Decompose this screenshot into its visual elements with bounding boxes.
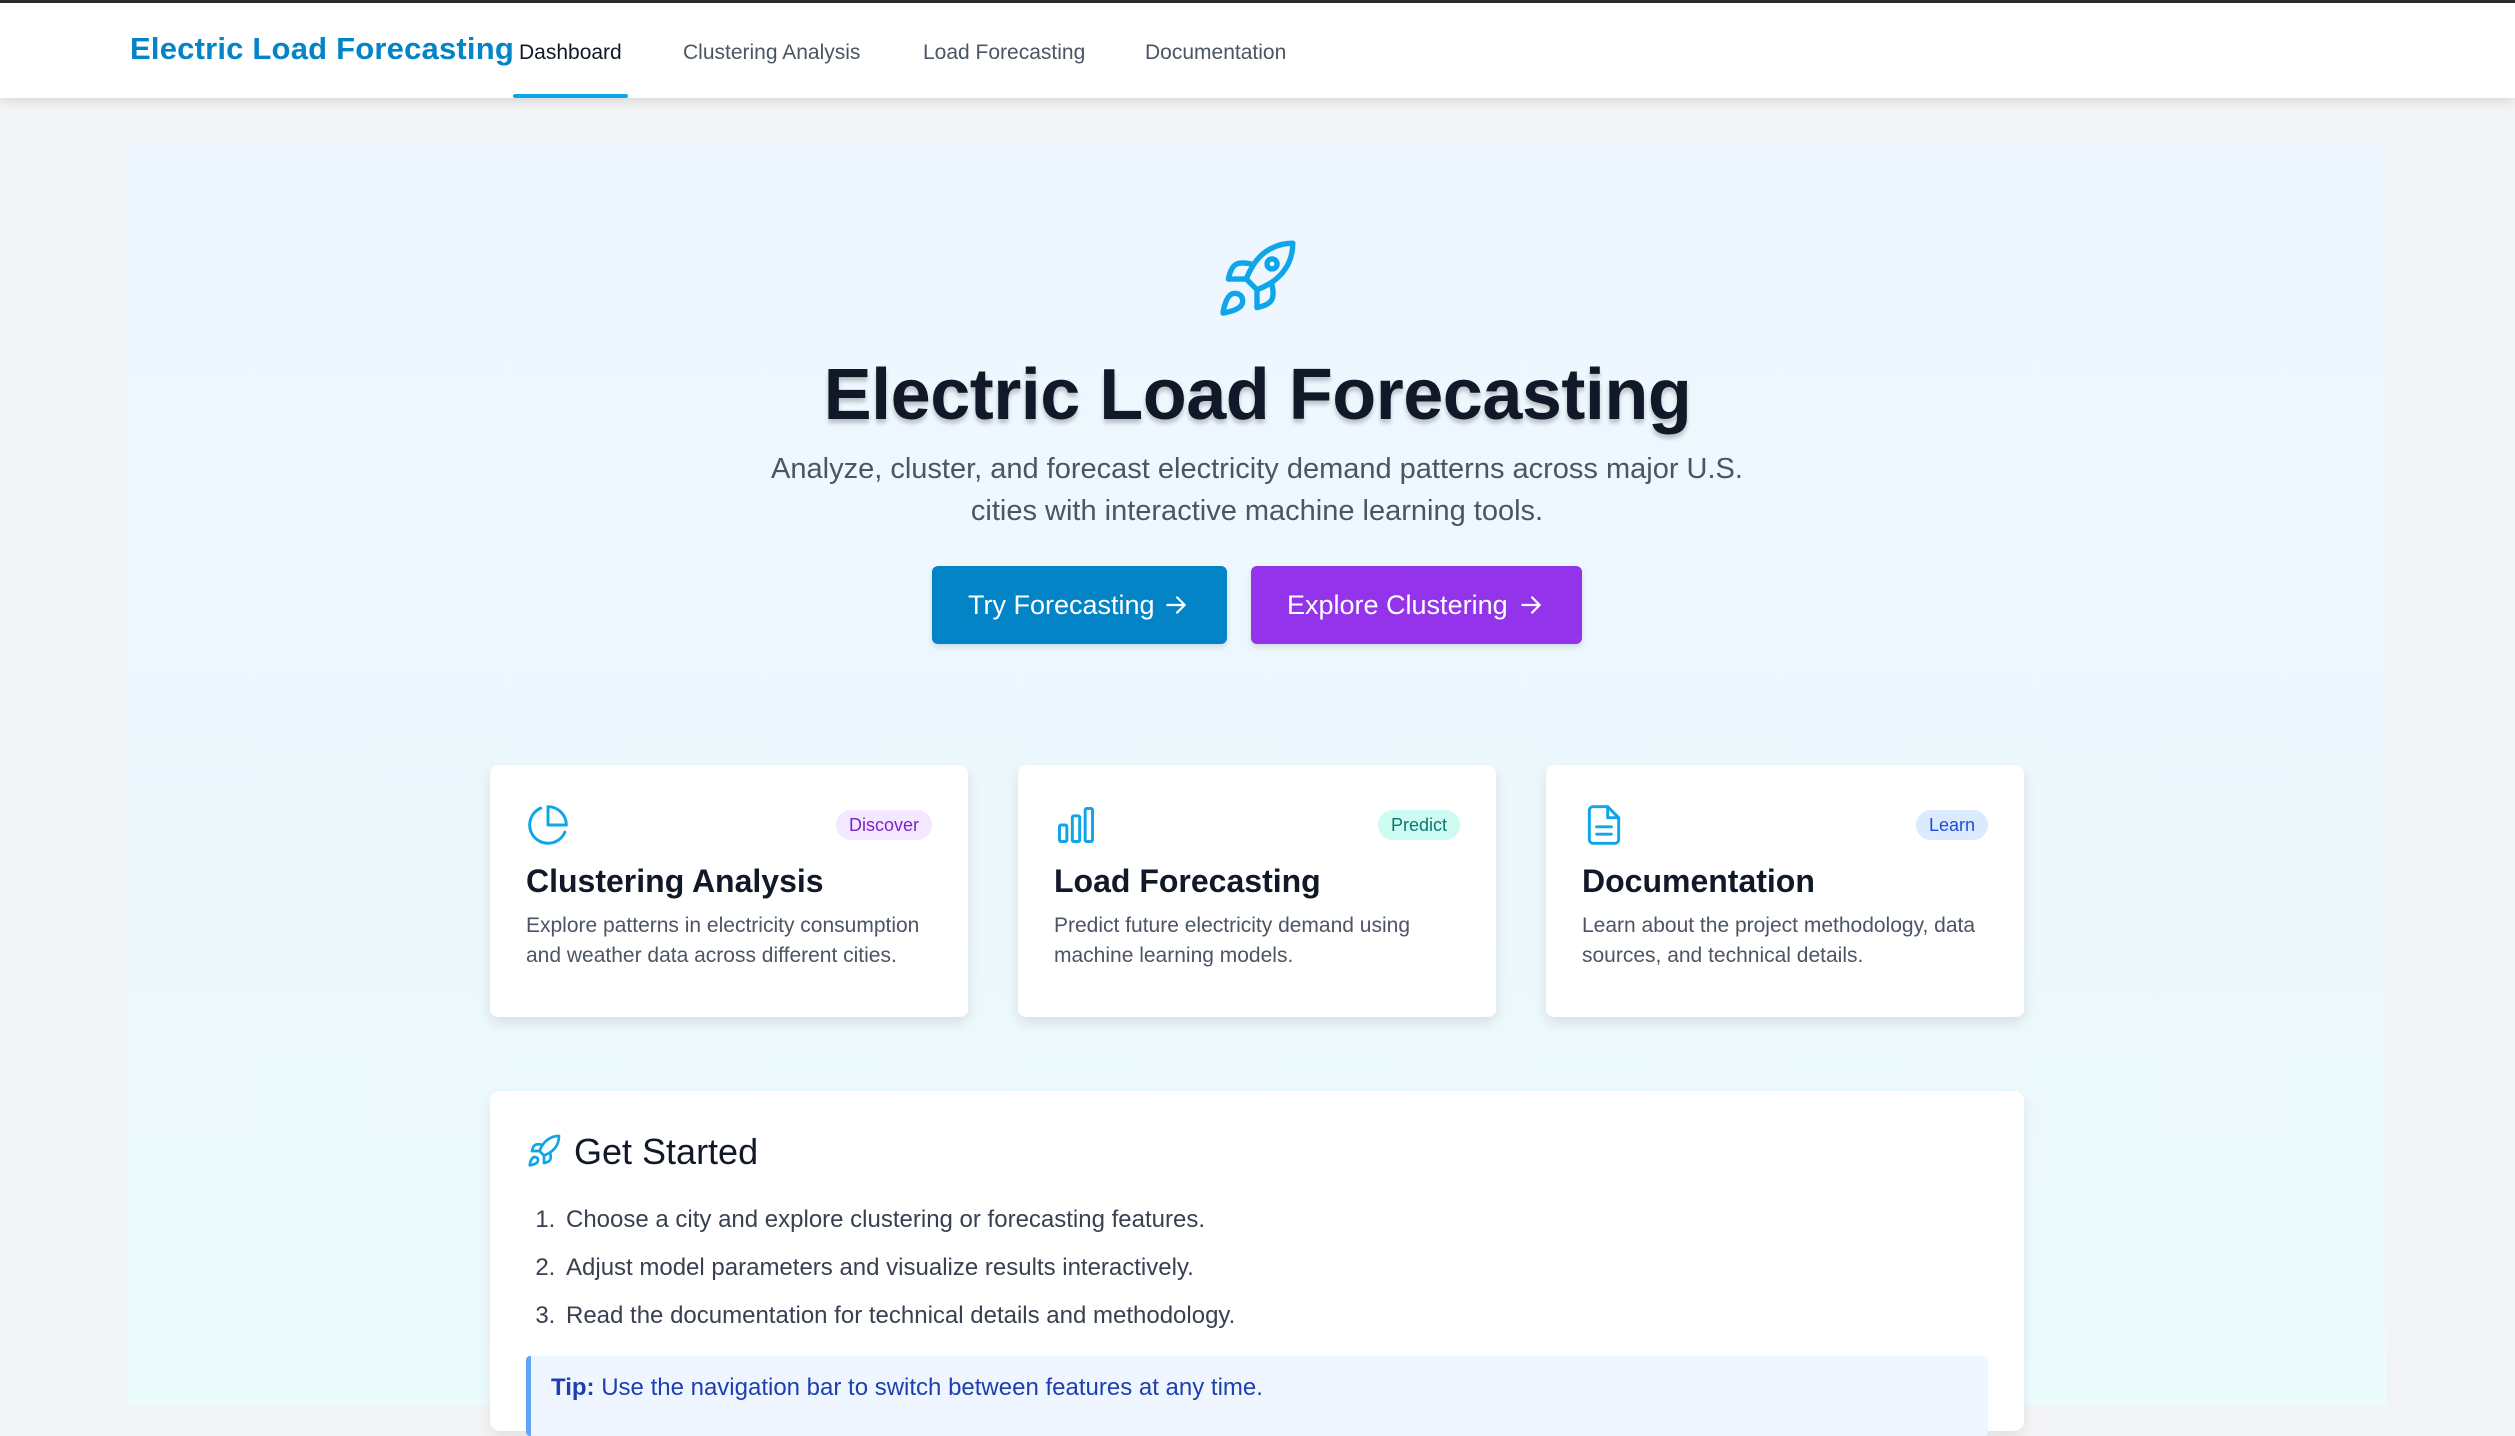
hero-subtitle: Analyze, cluster, and forecast electrici… xyxy=(771,453,1743,527)
badge-learn: Learn xyxy=(1915,810,1988,840)
bar-chart-icon xyxy=(1058,807,1094,843)
get-started-steps: Choose a city and explore clustering or … xyxy=(562,1196,1962,1340)
top-navbar: Electric Load Forecasting Dashboard Clus… xyxy=(0,3,2515,98)
nav-link-load-forecasting[interactable]: Load Forecasting xyxy=(923,3,1085,98)
card-load-forecasting[interactable]: Predict Load Forecasting Predict future … xyxy=(1018,765,1496,1017)
card-title: Documentation xyxy=(1582,863,1815,899)
list-item: Read the documentation for technical det… xyxy=(562,1292,1962,1340)
get-started-title: Get Started xyxy=(574,1131,759,1172)
explore-clustering-button[interactable]: Explore Clustering xyxy=(1251,566,1582,644)
rocket-icon xyxy=(1220,240,1296,316)
card-title: Load Forecasting xyxy=(1054,863,1321,899)
arrow-right-icon xyxy=(1521,596,1541,614)
card-documentation[interactable]: Learn Documentation Learn about the proj… xyxy=(1546,765,2024,1017)
tip-label: Tip: xyxy=(551,1374,595,1401)
card-clustering-analysis[interactable]: Discover Clustering Analysis Explore pat… xyxy=(490,765,968,1017)
arrow-right-icon xyxy=(1166,596,1186,614)
pie-chart-icon xyxy=(528,805,568,845)
badge-discover: Discover xyxy=(835,810,932,840)
rocket-icon xyxy=(528,1134,561,1167)
card-description: Learn about the project methodology, dat… xyxy=(1582,914,1976,967)
nav-link-dashboard[interactable]: Dashboard xyxy=(513,3,628,98)
card-title: Clustering Analysis xyxy=(526,863,824,899)
hero-title: Electric Load Forecasting xyxy=(823,355,1692,435)
tip-callout: Tip: Use the navigation bar to switch be… xyxy=(526,1356,1988,1436)
try-forecasting-button[interactable]: Try Forecasting xyxy=(932,566,1227,644)
card-description: Predict future electricity demand using … xyxy=(1054,914,1411,967)
badge-predict: Predict xyxy=(1377,810,1460,840)
card-description: Explore patterns in electricity consumpt… xyxy=(526,914,920,967)
file-text-icon xyxy=(1587,805,1621,845)
brand-logo-text[interactable]: Electric Load Forecasting xyxy=(130,31,514,67)
tip-text: Use the navigation bar to switch between… xyxy=(594,1374,1263,1401)
explore-clustering-label: Explore Clustering xyxy=(1287,590,1508,620)
list-item: Choose a city and explore clustering or … xyxy=(562,1196,1962,1244)
nav-link-documentation[interactable]: Documentation xyxy=(1145,3,1286,98)
try-forecasting-label: Try Forecasting xyxy=(968,590,1155,620)
get-started-panel: Get Started Choose a city and explore cl… xyxy=(490,1091,2024,1436)
list-item: Adjust model parameters and visualize re… xyxy=(562,1244,1962,1292)
nav-link-clustering-analysis[interactable]: Clustering Analysis xyxy=(683,3,860,98)
